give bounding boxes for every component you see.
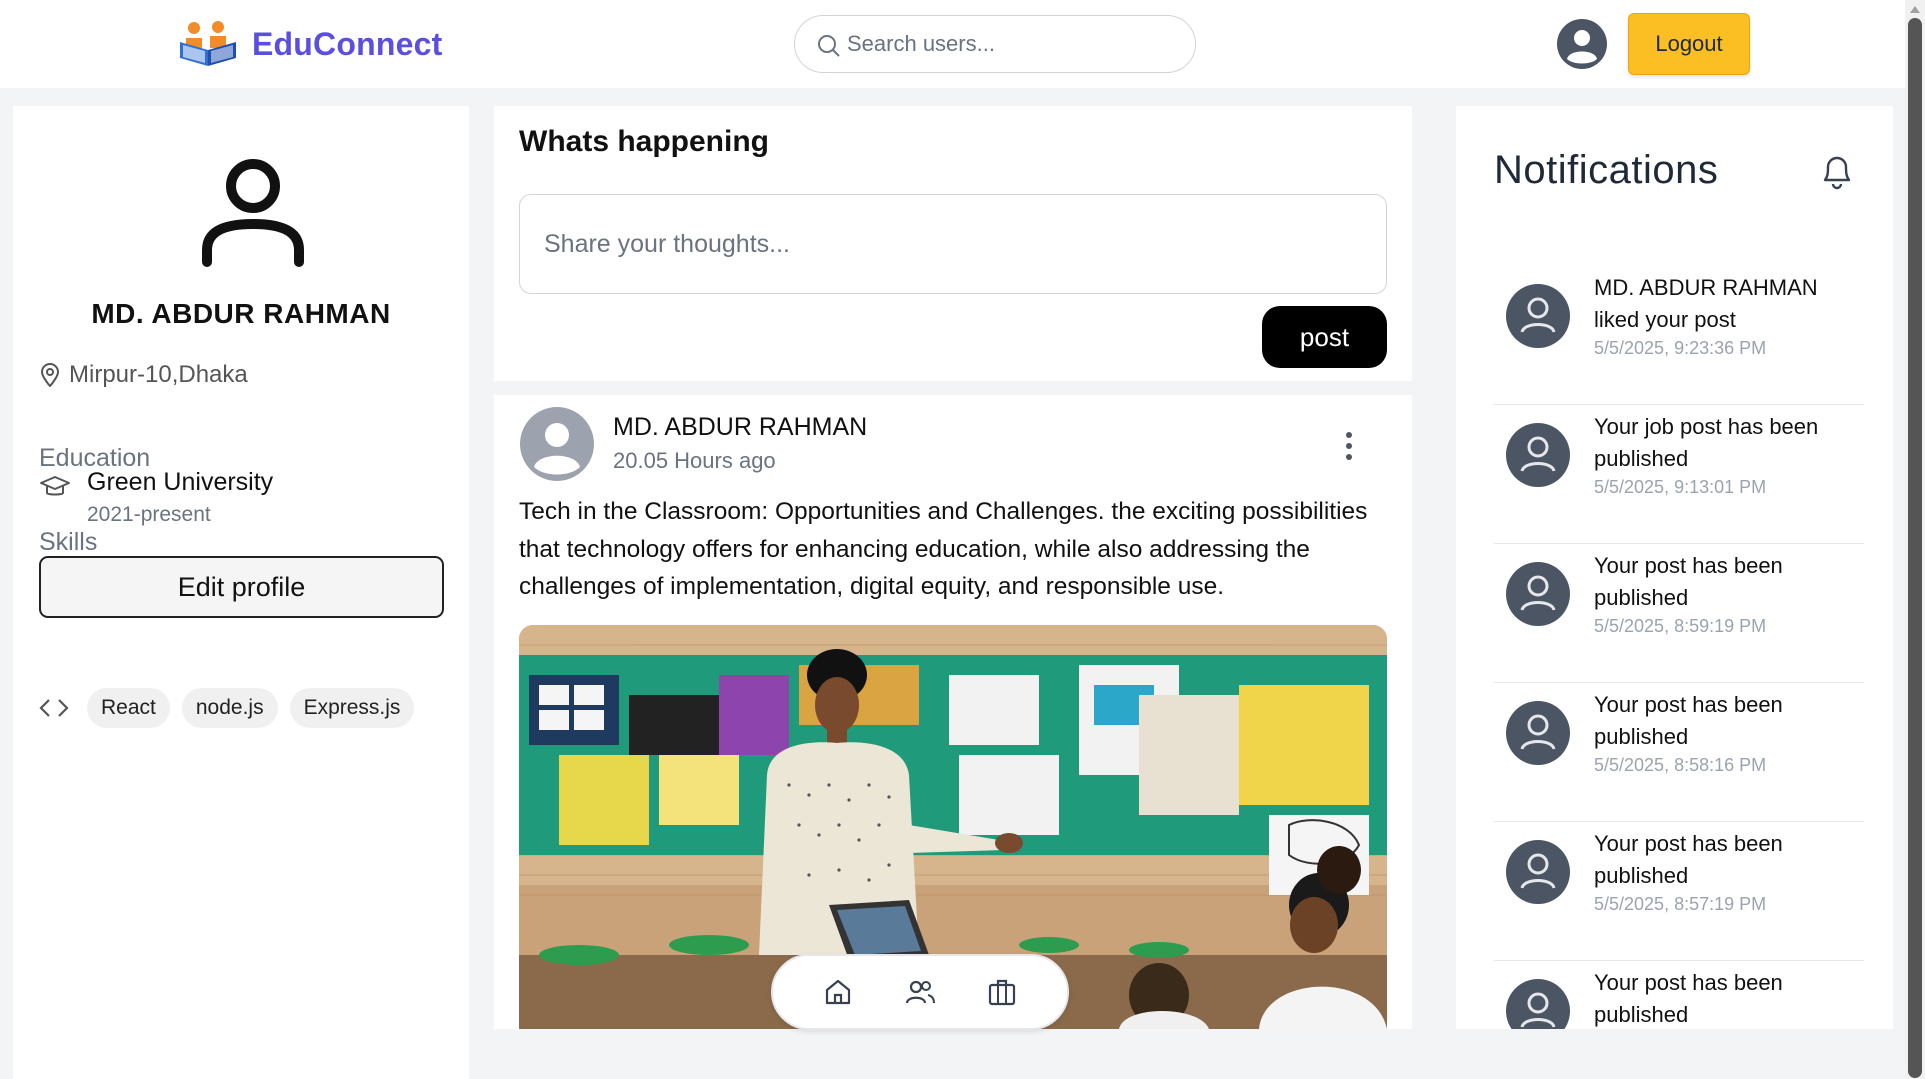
notification-text: Your job post has been published 5/5/2025… — [1594, 411, 1864, 498]
thoughts-input[interactable]: Share your thoughts... — [519, 194, 1387, 294]
post-composer: Whats happening Share your thoughts... p… — [494, 106, 1412, 381]
notification-date: 5/5/2025, 8:59:19 PM — [1594, 616, 1767, 636]
top-navbar: EduConnect Logout — [0, 0, 1905, 88]
post-author[interactable]: MD. ABDUR RAHMAN — [613, 413, 867, 442]
notification-avatar-icon — [1506, 423, 1570, 487]
brand-logo[interactable]: EduConnect — [178, 20, 442, 68]
skill-chip: node.js — [181, 688, 278, 728]
user-avatar-icon[interactable] — [1557, 19, 1607, 69]
edit-profile-button[interactable]: Edit profile — [39, 556, 444, 618]
profile-name: MD. ABDUR RAHMAN — [91, 298, 391, 329]
scroll-up-arrow[interactable] — [1910, 6, 1920, 13]
scroll-thumb[interactable] — [1908, 18, 1922, 1078]
notification-avatar-icon — [1506, 840, 1570, 904]
post-body: Tech in the Classroom: Opportunities and… — [519, 498, 1368, 600]
users-icon[interactable] — [904, 976, 936, 1008]
notification-date: 5/5/2025, 9:13:01 PM — [1594, 477, 1767, 497]
notification-item[interactable]: MD. ABDUR RAHMAN liked your post 5/5/2025… — [1494, 266, 1864, 405]
post-button[interactable]: post — [1262, 306, 1387, 368]
more-vertical-icon[interactable] — [1344, 431, 1354, 461]
notification-message: MD. ABDUR RAHMAN liked your post — [1594, 275, 1818, 332]
notification-avatar-icon — [1506, 979, 1570, 1029]
feed-post: MD. ABDUR RAHMAN 20.05 Hours ago Tech in… — [494, 395, 1412, 1029]
school-years: 2021-present — [87, 503, 211, 526]
notifications-list: MD. ABDUR RAHMAN liked your post 5/5/2025… — [1494, 266, 1864, 1029]
notification-text: Your post has been published 5/5/2025, 8:… — [1594, 689, 1864, 776]
notification-message: Your post has been published — [1594, 553, 1783, 610]
notification-message: Your post has been published — [1594, 831, 1783, 888]
notification-date: 5/5/2025, 8:58:16 PM — [1594, 755, 1767, 775]
scrollbar[interactable] — [1905, 0, 1925, 1079]
notifications-title: Notifications — [1494, 148, 1719, 192]
notification-message: Your job post has been published — [1594, 414, 1819, 471]
logout-button[interactable]: Logout — [1628, 13, 1750, 75]
logo-icon — [180, 21, 236, 66]
location-pin-icon — [40, 363, 60, 387]
notification-message: Your post has been published — [1594, 692, 1783, 749]
search-input[interactable] — [847, 31, 1167, 57]
home-icon[interactable] — [822, 976, 854, 1008]
bell-icon[interactable] — [1818, 150, 1856, 192]
composer-title: Whats happening — [519, 125, 769, 158]
skill-chip: React — [87, 688, 170, 728]
notification-item[interactable]: Your post has been published 5/5/2025, 8:… — [1494, 683, 1864, 822]
search-bar[interactable] — [794, 15, 1196, 73]
notification-date: 5/5/2025, 8:57:19 PM — [1594, 894, 1767, 914]
profile-card: MD. ABDUR RAHMAN Mirpur-10,Dhaka Educati… — [13, 106, 469, 1079]
notification-item[interactable]: Your job post has been published 5/5/2025… — [1494, 405, 1864, 544]
school-name: Green University — [87, 468, 274, 496]
notification-avatar-icon — [1506, 701, 1570, 765]
post-time: 20.05 Hours ago — [613, 448, 776, 473]
notification-text: Your post has been published — [1594, 967, 1864, 1029]
notification-message: Your post has been published — [1594, 970, 1783, 1027]
briefcase-icon[interactable] — [986, 976, 1018, 1008]
notification-text: MD. ABDUR RAHMAN liked your post 5/5/2025… — [1594, 272, 1864, 359]
skills-heading: Skills — [39, 528, 98, 556]
notification-item[interactable]: Your post has been published 5/5/2025, 8:… — [1494, 822, 1864, 961]
notification-text: Your post has been published 5/5/2025, 8:… — [1594, 828, 1864, 915]
app-name: EduConnect — [252, 25, 443, 62]
author-avatar-icon[interactable] — [520, 407, 594, 481]
graduation-cap-icon — [40, 476, 70, 496]
skill-chip: Express.js — [289, 688, 415, 728]
education-item: Green University 2021-present — [39, 468, 273, 527]
notification-text: Your post has been published 5/5/2025, 8:… — [1594, 550, 1864, 637]
notification-avatar-icon — [1506, 284, 1570, 348]
notification-item[interactable]: Your post has been published 5/5/2025, 8:… — [1494, 544, 1864, 683]
notification-date: 5/5/2025, 9:23:36 PM — [1594, 338, 1767, 358]
location-text: Mirpur-10,Dhaka — [69, 361, 248, 388]
code-icon — [39, 699, 69, 717]
notification-item[interactable]: Your post has been published — [1494, 961, 1864, 1029]
notification-avatar-icon — [1506, 562, 1570, 626]
skills-list: React node.js Express.js — [39, 688, 415, 728]
profile-location: Mirpur-10,Dhaka — [39, 361, 248, 389]
user-icon — [202, 159, 304, 267]
bottom-navigation — [771, 954, 1069, 1030]
notifications-panel: Notifications MD. ABDUR RAHMAN liked you… — [1456, 106, 1893, 1029]
search-icon — [818, 35, 840, 57]
